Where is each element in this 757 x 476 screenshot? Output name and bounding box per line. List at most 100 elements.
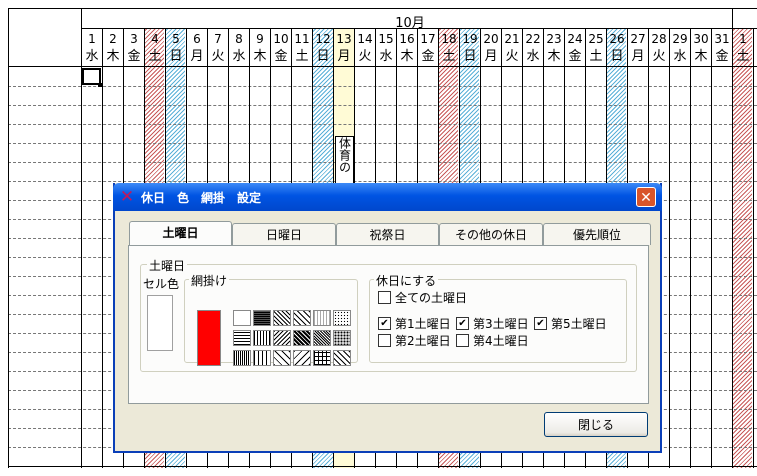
pattern-option[interactable] [333, 350, 351, 366]
cell-color-swatch[interactable] [147, 295, 173, 351]
day-number: 25 [588, 32, 604, 46]
checkbox-label: 第4土曜日 [473, 334, 529, 348]
day-number: 12 [315, 32, 331, 46]
pattern-option[interactable] [313, 330, 331, 346]
row-gridline [8, 162, 757, 163]
pattern-color-swatch[interactable] [197, 310, 221, 366]
weekday-label: 日 [169, 49, 183, 64]
tab-national-holidays[interactable]: 祝祭日 [336, 223, 439, 245]
pattern-option[interactable] [233, 330, 251, 346]
day-number: 2 [109, 32, 117, 46]
column-gridline [753, 28, 754, 468]
weekday-label: 土 [442, 49, 456, 64]
pattern-option[interactable] [273, 350, 291, 366]
event-note[interactable]: 体育の [335, 136, 354, 188]
pattern-option[interactable] [273, 310, 291, 326]
weekday-label: 火 [211, 49, 225, 64]
checkbox-label: 第5土曜日 [551, 317, 607, 331]
tab-saturday[interactable]: 土曜日 [129, 221, 232, 246]
day-number: 14 [357, 32, 373, 46]
close-icon[interactable]: ✕ [636, 187, 656, 207]
checkbox-box[interactable] [378, 334, 391, 347]
day-number: 17 [420, 32, 436, 46]
day-number: 10 [273, 32, 289, 46]
pattern-option[interactable] [333, 310, 351, 326]
pattern-option[interactable] [293, 330, 311, 346]
pattern-option[interactable] [313, 350, 331, 366]
fill-handle[interactable] [98, 83, 102, 87]
left-border [8, 8, 9, 468]
weekday-label: 水 [673, 49, 687, 64]
weekday-label: 土 [589, 49, 603, 64]
month-label: 10月 [395, 16, 425, 31]
day-number: 31 [714, 32, 730, 46]
checkbox-label: 第2土曜日 [395, 334, 451, 348]
pattern-option[interactable] [233, 310, 251, 326]
pattern-option[interactable] [293, 310, 311, 326]
day-number: 13 [336, 32, 352, 46]
day-number: 7 [214, 32, 222, 46]
column-gridline [669, 28, 670, 468]
checkbox-box[interactable] [456, 334, 469, 347]
row-gridline [8, 181, 757, 182]
weekday-label: 土 [148, 49, 162, 64]
header-bottom-border [8, 66, 757, 67]
pattern-option[interactable] [293, 350, 311, 366]
weekday-label: 金 [127, 49, 141, 64]
checkbox-2nd-saturday[interactable]: 第2土曜日 [378, 333, 451, 349]
grid-top-border [8, 8, 757, 9]
checkbox-label: 全ての土曜日 [395, 291, 468, 305]
app-icon [118, 188, 136, 206]
tab-panel: 土曜日 セル色 網掛け 休日にする 全ての土曜日 ✔ 第1土曜日 ✔ 第3土曜日 [128, 245, 649, 404]
pattern-option[interactable] [313, 310, 331, 326]
column-gridline [102, 28, 103, 468]
pattern-option[interactable] [253, 330, 271, 346]
weekday-label: 土 [736, 49, 750, 64]
checkbox-box[interactable] [378, 291, 391, 304]
holiday-color-settings-dialog: 休日 色 網掛 設定 ✕ 土曜日 日曜日 祝祭日 その他の休日 優先順位 土曜日… [113, 183, 662, 453]
checkbox-5th-saturday[interactable]: ✔ 第5土曜日 [534, 316, 607, 332]
checkbox-1st-saturday[interactable]: ✔ 第1土曜日 [378, 316, 451, 332]
weekday-label: 月 [337, 49, 351, 64]
pattern-option[interactable] [273, 330, 291, 346]
checkbox-box[interactable]: ✔ [456, 317, 469, 330]
weekday-label: 火 [652, 49, 666, 64]
weekday-label: 木 [694, 49, 708, 64]
day-number: 29 [672, 32, 688, 46]
make-holiday-group-label: 休日にする [374, 272, 439, 289]
checkbox-3rd-saturday[interactable]: ✔ 第3土曜日 [456, 316, 529, 332]
pattern-option[interactable] [233, 350, 251, 366]
day-number: 16 [399, 32, 415, 46]
checkbox-label: 第3土曜日 [473, 317, 529, 331]
column-gridline [690, 28, 691, 468]
weekday-label: 金 [421, 49, 435, 64]
day-number: 6 [193, 32, 201, 46]
checkbox-box[interactable]: ✔ [534, 317, 547, 330]
day-number: 30 [693, 32, 709, 46]
pattern-group: 網掛け [184, 272, 358, 366]
pattern-option[interactable] [253, 310, 271, 326]
day-number: 19 [462, 32, 478, 46]
day-number: 20 [483, 32, 499, 46]
checkbox-4th-saturday[interactable]: 第4土曜日 [456, 333, 529, 349]
day-number: 1 [88, 32, 96, 46]
column-gridline [732, 28, 733, 468]
pattern-option[interactable] [253, 350, 271, 366]
pattern-option[interactable] [333, 330, 351, 346]
checkbox-box[interactable]: ✔ [378, 317, 391, 330]
checkbox-all-saturdays[interactable]: 全ての土曜日 [378, 290, 467, 306]
day-number: 3 [130, 32, 138, 46]
dialog-title-bar[interactable]: 休日 色 網掛 設定 ✕ [113, 183, 662, 211]
tab-priority[interactable]: 優先順位 [543, 223, 651, 245]
day-number: 27 [630, 32, 646, 46]
day-number: 21 [504, 32, 520, 46]
checkbox-label: 第1土曜日 [395, 317, 451, 331]
saturday-group-label: 土曜日 [147, 257, 188, 274]
day-number: 4 [151, 32, 159, 46]
tab-other-holidays[interactable]: その他の休日 [439, 223, 543, 245]
saturday-group: 土曜日 セル色 網掛け 休日にする 全ての土曜日 ✔ 第1土曜日 ✔ 第3土曜日 [140, 257, 637, 372]
close-button[interactable]: 閉じる [544, 412, 648, 437]
tab-sunday[interactable]: 日曜日 [232, 223, 336, 245]
weekday-label: 月 [190, 49, 204, 64]
day-number: 18 [441, 32, 457, 46]
